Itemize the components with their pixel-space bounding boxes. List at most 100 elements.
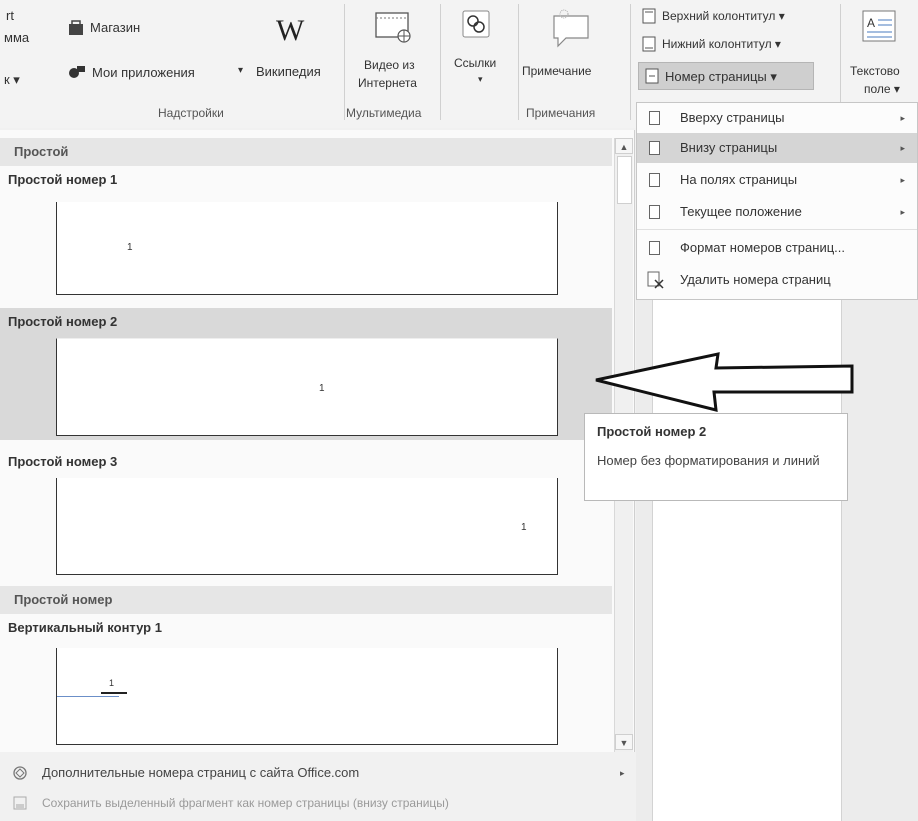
comment-label: Примечание — [522, 64, 592, 78]
textbox-button[interactable]: A Текстово поле ▾ — [846, 8, 918, 102]
comment-icon — [553, 9, 589, 48]
menu-separator — [637, 229, 917, 230]
menu-item-label: Удалить номера страниц — [680, 272, 831, 287]
menu-item-label: На полях страницы — [680, 172, 798, 187]
page-number-label: Номер страницы ▾ — [665, 69, 777, 84]
comment-button[interactable]: Примечание — [522, 8, 622, 102]
menu-item-current-position[interactable]: Текущее положение ▸ — [637, 197, 917, 227]
gallery-item-simple-2[interactable]: Простой номер 2 1 — [0, 308, 612, 440]
gallery-item-preview: 1 — [56, 648, 558, 745]
textbox-label-1: Текстово — [850, 64, 900, 78]
submenu-arrow: ▸ — [900, 207, 905, 217]
current-position-icon — [649, 205, 660, 219]
wikipedia-button[interactable]: W Википедия — [256, 8, 336, 92]
office-online-icon — [13, 766, 27, 780]
menu-item-label: Внизу страницы — [680, 140, 778, 155]
my-apps-label: Мои приложения — [92, 65, 195, 80]
links-dropdown-arrow: ▾ — [478, 74, 483, 84]
menu-item-page-margins[interactable]: На полях страницы ▸ — [637, 165, 917, 195]
menu-item-label: Вверху страницы — [680, 110, 785, 125]
online-video-label-2: Интернета — [358, 76, 417, 90]
submenu-arrow: ▸ — [900, 113, 905, 123]
gallery-item-title: Вертикальный контур 1 — [8, 620, 162, 635]
page-number-button[interactable]: Номер страницы ▾ — [638, 62, 814, 90]
online-video-button[interactable]: Видео из Интернета — [354, 8, 430, 102]
gallery-item-vertical-1[interactable]: Вертикальный контур 1 1 — [0, 616, 612, 752]
page-number-menu: Вверху страницы ▸ Внизу страницы ▸ На по… — [636, 102, 918, 300]
group-separator — [630, 4, 631, 120]
page-number-mark: 1 — [109, 678, 115, 688]
store-label: Магазин — [90, 20, 141, 35]
more-page-numbers-label: Дополнительные номера страниц с сайта Of… — [42, 765, 360, 780]
comments-group-label: Примечания — [526, 106, 596, 120]
link-icon — [462, 10, 490, 38]
ribbon-partial-label-2[interactable]: мма — [4, 30, 29, 45]
footer-label: Нижний колонтитул ▾ — [662, 37, 781, 51]
ribbon-partial-label-3[interactable]: к ▾ — [4, 72, 20, 88]
gallery-section-header: Простой — [0, 138, 612, 166]
media-group-label: Мультимедиа — [346, 106, 422, 120]
format-page-numbers-icon — [649, 241, 660, 255]
ribbon-partial-label-1[interactable]: rt — [6, 8, 14, 23]
tooltip-description: Номер без форматирования и линий — [597, 453, 820, 468]
addins-group-label: Надстройки — [158, 106, 224, 120]
gallery-item-preview: 1 — [56, 202, 558, 295]
wikipedia-icon: W — [276, 14, 305, 47]
menu-item-label: Текущее положение — [680, 204, 802, 219]
wikipedia-label: Википедия — [256, 64, 321, 79]
gallery-item-title: Простой номер 3 — [8, 454, 118, 469]
gallery-item-preview: 1 — [56, 338, 558, 436]
menu-item-top-of-page[interactable]: Вверху страницы ▸ — [637, 103, 917, 133]
menu-item-format-page-numbers[interactable]: Формат номеров страниц... — [637, 233, 917, 263]
gallery-section-header: Простой номер — [0, 586, 612, 614]
online-video-label-1: Видео из — [364, 58, 415, 72]
bottom-of-page-icon — [649, 141, 660, 155]
submenu-arrow: ▸ — [900, 175, 905, 185]
video-icon — [375, 12, 411, 43]
footer-button[interactable]: Нижний колонтитул ▾ — [640, 34, 832, 56]
annotation-arrow-icon — [595, 352, 854, 412]
page-number-icon — [645, 68, 659, 84]
vertical-outline-bar — [101, 692, 127, 694]
gallery-item-simple-1[interactable]: Простой номер 1 1 — [0, 168, 612, 304]
my-apps-dropdown-arrow[interactable]: ▾ — [238, 65, 243, 76]
textbox-icon: A — [862, 10, 896, 42]
links-label: Ссылки — [454, 56, 497, 70]
save-selection-label: Сохранить выделенный фрагмент как номер … — [42, 796, 449, 810]
page-number-mark: 1 — [127, 242, 133, 253]
group-separator — [518, 4, 519, 120]
group-separator — [440, 4, 441, 120]
tooltip: Простой номер 2 Номер без форматирования… — [584, 413, 848, 501]
vertical-outline-line — [57, 696, 119, 697]
svg-text:A: A — [867, 16, 875, 30]
save-selection-item: Сохранить выделенный фрагмент как номер … — [0, 790, 634, 816]
links-button[interactable]: Ссылки ▾ — [452, 8, 514, 102]
gallery-item-simple-3[interactable]: Простой номер 3 1 — [0, 448, 612, 582]
tooltip-title: Простой номер 2 — [597, 424, 707, 439]
gallery-item-title: Простой номер 1 — [8, 172, 118, 187]
page-number-mark: 1 — [521, 522, 527, 533]
page-number-mark: 1 — [319, 383, 325, 394]
menu-item-label: Формат номеров страниц... — [680, 240, 845, 255]
menu-item-remove-page-numbers[interactable]: Удалить номера страниц — [637, 265, 917, 295]
my-apps-button[interactable]: Мои приложения ▾ — [68, 64, 248, 84]
scroll-down-button[interactable]: ▼ — [615, 734, 633, 750]
page-number-gallery: Простой Простой номер 1 1 Простой номер … — [0, 130, 635, 752]
header-button[interactable]: Верхний колонтитул ▾ — [640, 6, 832, 28]
submenu-arrow: ▸ — [900, 143, 905, 153]
gallery-item-preview: 1 — [56, 478, 558, 575]
group-separator — [344, 4, 345, 120]
footer-icon — [642, 36, 656, 52]
scroll-up-button[interactable]: ▲ — [615, 138, 633, 154]
remove-page-numbers-icon — [647, 271, 664, 289]
menu-item-bottom-of-page[interactable]: Внизу страницы ▸ — [637, 133, 917, 163]
submenu-arrow: ▸ — [620, 768, 625, 778]
save-selection-icon — [13, 796, 27, 810]
header-label: Верхний колонтитул ▾ — [662, 9, 785, 23]
top-of-page-icon — [649, 111, 660, 125]
gallery-item-title: Простой номер 2 — [8, 314, 118, 329]
page-margins-icon — [649, 173, 660, 187]
scroll-thumb[interactable] — [617, 156, 632, 204]
header-icon — [642, 8, 656, 24]
more-page-numbers-item[interactable]: Дополнительные номера страниц с сайта Of… — [0, 760, 634, 786]
